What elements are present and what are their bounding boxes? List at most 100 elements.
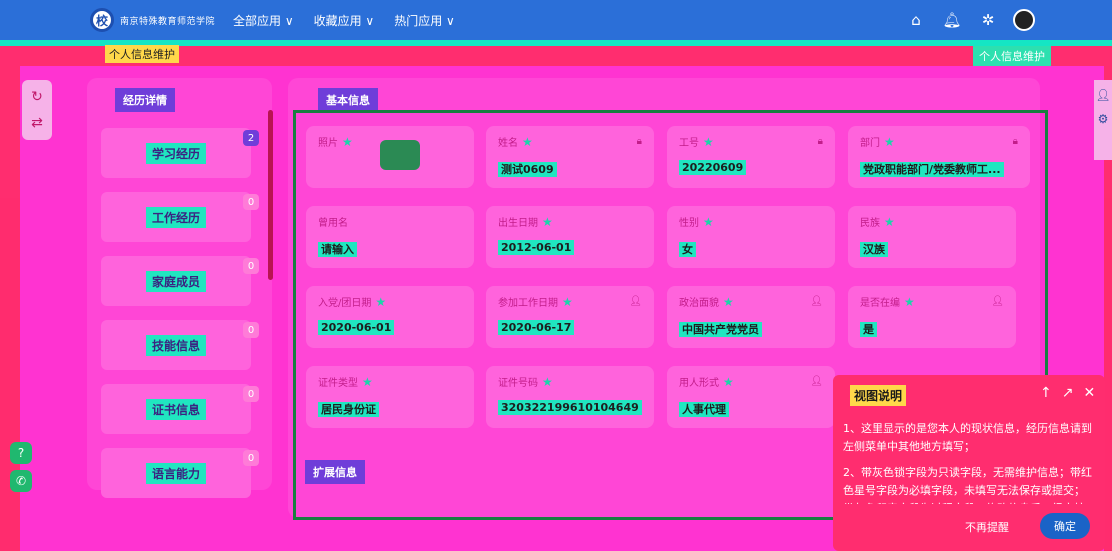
avatar[interactable] bbox=[1013, 9, 1035, 31]
user-icon: 👤︎ bbox=[810, 296, 823, 307]
field-work-start-date[interactable]: 参加工作日期 ★ 👤︎ 2020-06-17 bbox=[486, 286, 654, 348]
org-icon[interactable]: ⚙ bbox=[1098, 112, 1109, 126]
user-icon: 👤︎ bbox=[629, 296, 642, 307]
basic-info-title: 基本信息 bbox=[318, 88, 378, 112]
sidebar-item-family[interactable]: 家庭成员 0 bbox=[101, 256, 259, 306]
sidebar-item-label: 学习经历 bbox=[145, 142, 206, 164]
sidebar-scrollbar[interactable] bbox=[268, 110, 273, 280]
logo-emblem-icon: 校 bbox=[90, 8, 114, 32]
dont-remind-button[interactable]: 不再提醒 bbox=[965, 519, 1009, 535]
sidebar-item-label: 语言能力 bbox=[145, 462, 206, 484]
field-value: 是 bbox=[860, 322, 877, 337]
collapse-icon[interactable]: ↑ bbox=[1040, 385, 1052, 401]
field-label: 政治面貌 bbox=[679, 298, 719, 309]
notice-controls: ↑ ↗ ✕ bbox=[1040, 385, 1095, 401]
top-icons: ⌂ 🔔︎ ✲ bbox=[905, 9, 1035, 31]
field-value: 居民身份证 bbox=[318, 402, 379, 417]
top-navigation-bar: 校 南京特殊教育师范学院 全部应用 ∨ 收藏应用 ∨ 热门应用 ∨ ⌂ 🔔︎ ✲ bbox=[0, 0, 1112, 40]
field-label: 曾用名 bbox=[318, 218, 348, 229]
field-label: 证件号码 bbox=[498, 378, 538, 389]
close-icon[interactable]: ✕ bbox=[1083, 385, 1095, 401]
field-former-name[interactable]: 曾用名 请输入 bbox=[306, 206, 474, 268]
field-value: 20220609 bbox=[679, 160, 747, 175]
logo-text: 南京特殊教育师范学院 bbox=[120, 16, 216, 27]
field-value: 2012-06-01 bbox=[498, 240, 575, 255]
field-label: 参加工作日期 bbox=[498, 298, 558, 309]
field-label: 证件类型 bbox=[318, 378, 358, 389]
count-badge: 0 bbox=[243, 194, 259, 210]
sidebar-item-languages[interactable]: 语言能力 0 bbox=[101, 448, 259, 498]
field-on-staff[interactable]: 是否在编 ★ 👤︎ 是 bbox=[848, 286, 1016, 348]
extension-info-title: 扩展信息 bbox=[305, 460, 365, 484]
bell-icon[interactable]: 🔔︎ bbox=[941, 9, 963, 31]
field-label: 部门 bbox=[860, 138, 880, 149]
field-value: 请输入 bbox=[318, 242, 357, 257]
field-value: 汉族 bbox=[860, 242, 888, 257]
field-label: 是否在编 bbox=[860, 298, 900, 309]
field-label: 性别 bbox=[679, 218, 699, 229]
photo-thumbnail[interactable] bbox=[380, 140, 420, 170]
field-label: 民族 bbox=[860, 218, 880, 229]
field-label: 出生日期 bbox=[498, 218, 538, 229]
sidebar-item-study[interactable]: 学习经历 2 bbox=[101, 128, 259, 178]
notice-text-1: 1、这里显示的是您本人的现状信息，经历信息请到左侧菜单中其他地方填写； bbox=[843, 422, 1092, 453]
lock-icon: 🔒︎ bbox=[817, 136, 823, 147]
field-id-type[interactable]: 证件类型 ★ 居民身份证 bbox=[306, 366, 474, 428]
tab-personal-info[interactable]: 个人信息维护 bbox=[105, 45, 179, 63]
user-icon[interactable]: 👤︎ bbox=[1095, 88, 1110, 102]
field-label: 用人形式 bbox=[679, 378, 719, 389]
tab-personal-info-right[interactable]: 个人信息维护 bbox=[973, 46, 1051, 66]
lock-icon: 🔒︎ bbox=[636, 136, 642, 147]
sidebar-item-skills[interactable]: 技能信息 0 bbox=[101, 320, 259, 370]
field-name[interactable]: 姓名 ★ 🔒︎ 测试0609 bbox=[486, 126, 654, 188]
count-badge: 0 bbox=[243, 386, 259, 402]
field-gender[interactable]: 性别 ★ 女 bbox=[667, 206, 835, 268]
notice-text-2: 2、带灰色锁字段为只读字段，无需维护信息；带红色星号字段为必填字段，未填写无法保… bbox=[843, 466, 1092, 504]
user-icon: 👤︎ bbox=[810, 376, 823, 387]
notice-body: 1、这里显示的是您本人的现状信息，经历信息请到左侧菜单中其他地方填写； 2、带灰… bbox=[843, 420, 1095, 504]
field-value: 人事代理 bbox=[679, 402, 729, 417]
left-toolbar: ↻ ⇄ bbox=[22, 80, 52, 140]
field-value: 320322199610104649 bbox=[498, 400, 642, 415]
switch-icon[interactable]: ⇄ bbox=[28, 114, 46, 132]
nav-all-apps[interactable]: 全部应用 ∨ bbox=[233, 12, 294, 29]
field-political-status[interactable]: 政治面貌 ★ 👤︎ 中国共产党党员 bbox=[667, 286, 835, 348]
expand-icon[interactable]: ↗ bbox=[1062, 385, 1074, 401]
field-value: 女 bbox=[679, 242, 696, 257]
refresh-icon[interactable]: ↻ bbox=[28, 88, 46, 106]
lock-icon: 🔒︎ bbox=[1012, 136, 1018, 147]
field-ethnicity[interactable]: 民族 ★ 汉族 bbox=[848, 206, 1016, 268]
field-value: 测试0609 bbox=[498, 162, 557, 177]
help-icon[interactable]: ? bbox=[10, 442, 32, 464]
field-id-number[interactable]: 证件号码 ★ 320322199610104649 bbox=[486, 366, 654, 428]
field-department[interactable]: 部门 ★ 🔒︎ 党政职能部门/党委教师工... bbox=[848, 126, 1030, 188]
nav-hot-apps[interactable]: 热门应用 ∨ bbox=[394, 12, 455, 29]
field-value: 2020-06-17 bbox=[498, 320, 575, 335]
count-badge: 0 bbox=[243, 258, 259, 274]
field-employee-id[interactable]: 工号 ★ 🔒︎ 20220609 bbox=[667, 126, 835, 188]
sidebar-item-label: 家庭成员 bbox=[145, 270, 206, 292]
right-toolbar: 👤︎ ⚙ bbox=[1094, 80, 1112, 160]
field-value: 党政职能部门/党委教师工... bbox=[860, 162, 1004, 177]
field-birth-date[interactable]: 出生日期 ★ 2012-06-01 bbox=[486, 206, 654, 268]
sidebar-item-certificates[interactable]: 证书信息 0 bbox=[101, 384, 259, 434]
field-label: 姓名 bbox=[498, 138, 518, 149]
phone-icon[interactable]: ✆ bbox=[10, 470, 32, 492]
tools-icon[interactable]: ✲ bbox=[977, 9, 999, 31]
user-icon: 👤︎ bbox=[991, 296, 1004, 307]
field-label: 工号 bbox=[679, 138, 699, 149]
confirm-button[interactable]: 确定 bbox=[1040, 513, 1090, 539]
count-badge: 0 bbox=[243, 450, 259, 466]
field-employment-form[interactable]: 用人形式 ★ 👤︎ 人事代理 bbox=[667, 366, 835, 428]
nav-favorite-apps[interactable]: 收藏应用 ∨ bbox=[314, 12, 375, 29]
sidebar-item-work[interactable]: 工作经历 0 bbox=[101, 192, 259, 242]
top-nav: 全部应用 ∨ 收藏应用 ∨ 热门应用 ∨ bbox=[233, 0, 455, 40]
field-value: 中国共产党党员 bbox=[679, 322, 762, 337]
home-icon[interactable]: ⌂ bbox=[905, 9, 927, 31]
sidebar-title: 经历详情 bbox=[115, 88, 175, 112]
school-logo[interactable]: 校 南京特殊教育师范学院 bbox=[90, 8, 215, 32]
sidebar-item-label: 证书信息 bbox=[145, 398, 206, 420]
sidebar-item-label: 工作经历 bbox=[145, 206, 206, 228]
field-value: 2020-06-01 bbox=[318, 320, 395, 335]
field-party-date[interactable]: 入党/团日期 ★ 2020-06-01 bbox=[306, 286, 474, 348]
